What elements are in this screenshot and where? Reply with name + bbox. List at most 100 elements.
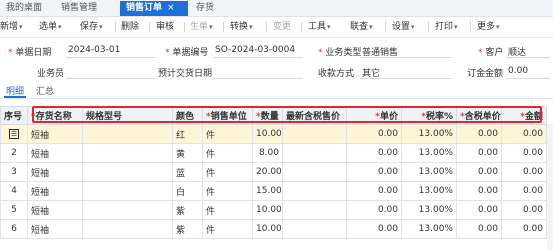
cell-price[interactable]: 0.00 <box>346 124 402 144</box>
col-header-amount[interactable]: *金额 <box>501 106 547 125</box>
close-icon[interactable]: × <box>167 3 175 13</box>
cell-latest-price[interactable] <box>282 162 347 182</box>
col-header-price[interactable]: *单价 <box>346 106 402 125</box>
cell-item-name[interactable]: 短袖 <box>27 124 83 144</box>
col-header-color[interactable]: 颜色 <box>172 106 203 125</box>
convert-button[interactable]: 转换▾ <box>230 20 253 34</box>
cell-latest-price[interactable] <box>282 200 347 220</box>
cell-amount[interactable]: 0.00 <box>501 181 547 201</box>
cell-latest-price[interactable] <box>282 143 347 163</box>
cell-tax-rate[interactable]: 13.00% <box>401 143 457 163</box>
cell-unit[interactable]: 件 <box>202 200 253 220</box>
delete-button[interactable]: 删除 <box>121 20 139 34</box>
cell-amount[interactable]: 0.00 <box>501 162 547 182</box>
cell-amount[interactable]: 0.00 <box>501 219 547 239</box>
cell-color[interactable]: 白 <box>172 181 203 201</box>
cell-amount[interactable]: 0.00 <box>501 143 547 163</box>
cell-spec[interactable] <box>82 181 173 201</box>
col-header-item-name[interactable]: *存货名称 <box>27 106 83 125</box>
cell-unit[interactable]: 件 <box>202 162 253 182</box>
cell-spec[interactable] <box>82 143 173 163</box>
col-header-tax-rate[interactable]: *税率% <box>401 106 457 125</box>
cell-amount[interactable]: 0.00 <box>501 124 547 144</box>
cell-tax-price[interactable]: 0.00 <box>456 143 502 163</box>
tab-sales-management[interactable]: 销售管理 <box>55 1 113 16</box>
col-header-latest-price[interactable]: 最新含税售价 <box>282 106 347 125</box>
new-button[interactable]: 新增▾ <box>0 20 23 34</box>
cell-spec[interactable] <box>82 219 173 239</box>
cell-spec[interactable] <box>82 162 173 182</box>
cell-tax-rate[interactable]: 13.00% <box>401 162 457 182</box>
col-header-tax-price[interactable]: *含税单价 <box>456 106 502 125</box>
tab-inventory[interactable]: 存货 <box>190 1 230 16</box>
row-select-cell[interactable]: ☰ <box>0 124 28 144</box>
cell-latest-price[interactable] <box>282 219 347 239</box>
col-header-spec[interactable]: 规格型号 <box>82 106 173 125</box>
settings-button[interactable]: 设置▾ <box>392 20 415 34</box>
cell-tax-price[interactable]: 0.00 <box>456 219 502 239</box>
cell-latest-price[interactable] <box>282 181 347 201</box>
cell-color[interactable]: 紫 <box>172 200 203 220</box>
col-header-qty[interactable]: *数量 <box>252 106 283 125</box>
delivery-date-field[interactable] <box>213 78 303 79</box>
change-button[interactable]: 变更 <box>273 20 291 34</box>
cell-item-name[interactable]: 短袖 <box>27 162 83 182</box>
cell-qty[interactable]: 8.00 <box>252 143 283 163</box>
cell-qty[interactable]: 10.00 <box>252 200 283 220</box>
tab-summary[interactable]: 汇总 <box>36 84 54 97</box>
cell-tax-rate[interactable]: 13.00% <box>401 124 457 144</box>
cell-item-name[interactable]: 短袖 <box>27 200 83 220</box>
select-bill-button[interactable]: 选单▾ <box>39 20 62 34</box>
cell-spec[interactable] <box>82 124 173 144</box>
cell-price[interactable]: 0.00 <box>346 200 402 220</box>
cell-item-name[interactable]: 短袖 <box>27 143 83 163</box>
cell-unit[interactable]: 件 <box>202 143 253 163</box>
cell-spec[interactable] <box>82 200 173 220</box>
table-row[interactable]: 3 短袖 蓝 件 20.00 0.00 13.00% 0.00 0.00 <box>0 162 547 182</box>
cell-price[interactable]: 0.00 <box>346 181 402 201</box>
cell-item-name[interactable]: 短袖 <box>27 219 83 239</box>
cell-color[interactable]: 蓝 <box>172 162 203 182</box>
more-button[interactable]: 更多▾ <box>477 20 500 34</box>
cell-price[interactable]: 0.00 <box>346 143 402 163</box>
cell-item-name[interactable]: 短袖 <box>27 181 83 201</box>
bill-date-field[interactable]: 2024-03-01 <box>68 45 120 55</box>
cell-qty[interactable]: 20.00 <box>252 162 283 182</box>
cell-tax-rate[interactable]: 13.00% <box>401 181 457 201</box>
tab-sales-order[interactable]: 销售订单 × <box>120 1 188 16</box>
vertical-scrollbar[interactable] <box>547 124 553 250</box>
cell-tax-price[interactable]: 0.00 <box>456 181 502 201</box>
cell-color[interactable]: 红 <box>172 124 203 144</box>
bill-code-field[interactable]: SO-2024-03-0004 <box>215 45 295 55</box>
cell-unit[interactable]: 件 <box>202 181 253 201</box>
cell-unit[interactable]: 件 <box>202 219 253 239</box>
cell-qty[interactable]: 10.00 <box>252 124 283 144</box>
query-button[interactable]: 联查▾ <box>350 20 373 34</box>
salesman-field[interactable] <box>66 78 156 79</box>
table-row[interactable]: 6 短袖 紫 件 10.00 0.00 13.00% 0.00 0.00 <box>0 219 547 239</box>
cell-price[interactable]: 0.00 <box>346 162 402 182</box>
cell-tax-price[interactable]: 0.00 <box>456 200 502 220</box>
table-row[interactable]: ☰ 短袖 红 件 10.00 0.00 13.00% 0.00 0.00 <box>0 124 547 144</box>
table-row[interactable]: 2 短袖 黄 件 8.00 0.00 13.00% 0.00 0.00 <box>0 143 547 163</box>
print-button[interactable]: 打印▾ <box>435 20 458 34</box>
cell-unit[interactable]: 件 <box>202 124 253 144</box>
tools-button[interactable]: 工具▾ <box>308 20 331 34</box>
row-selector-icon[interactable]: ☰ <box>9 128 19 139</box>
cell-tax-price[interactable]: 0.00 <box>456 124 502 144</box>
col-header-unit[interactable]: *销售单位 <box>202 106 253 125</box>
cell-qty[interactable]: 15.00 <box>252 181 283 201</box>
generate-bill-button[interactable]: 生单▾ <box>190 20 213 34</box>
cell-qty[interactable]: 10.00 <box>252 219 283 239</box>
tab-my-desktop[interactable]: 我的桌面 <box>0 1 54 16</box>
cell-tax-price[interactable]: 0.00 <box>456 162 502 182</box>
audit-button[interactable]: 审核 <box>156 20 174 34</box>
save-button[interactable]: 保存▾ <box>80 20 103 34</box>
cell-amount[interactable]: 0.00 <box>501 200 547 220</box>
deposit-amount-field[interactable]: 0.00 <box>508 66 528 76</box>
cell-tax-rate[interactable]: 13.00% <box>401 200 457 220</box>
cell-color[interactable]: 紫 <box>172 219 203 239</box>
cell-price[interactable]: 0.00 <box>346 219 402 239</box>
table-row[interactable]: 4 短袖 白 件 15.00 0.00 13.00% 0.00 0.00 <box>0 181 547 201</box>
cell-tax-rate[interactable]: 13.00% <box>401 219 457 239</box>
